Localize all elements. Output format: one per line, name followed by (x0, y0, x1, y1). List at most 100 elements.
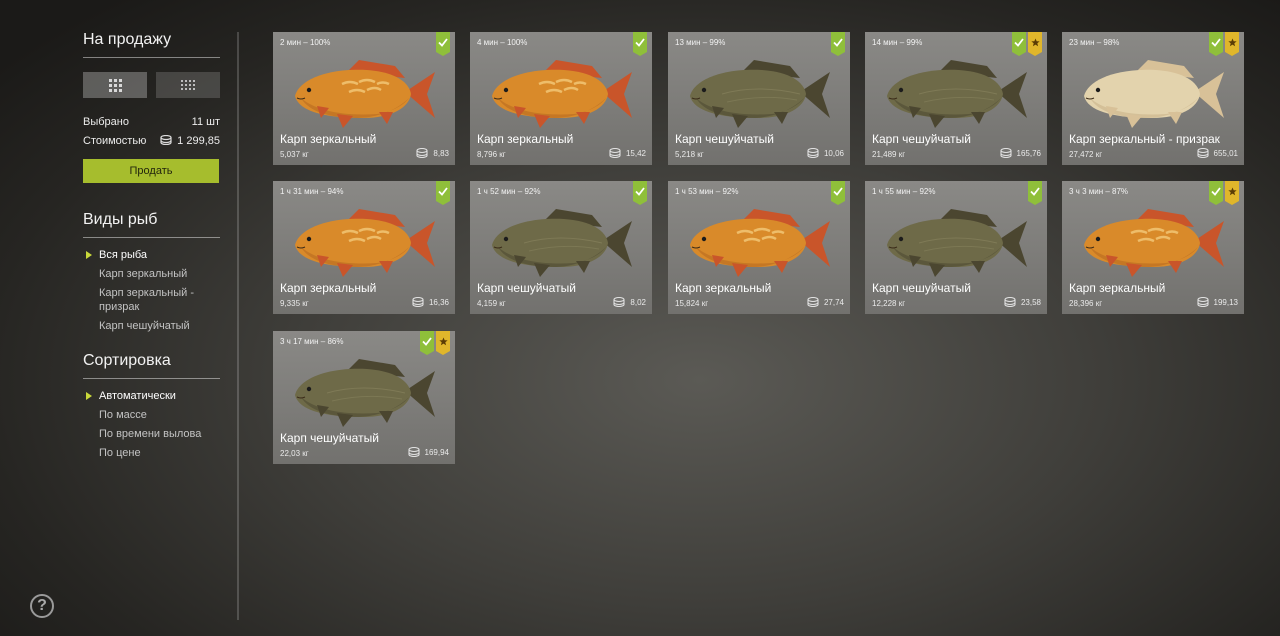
cost-row: Стоимостью 1 299,85 (83, 135, 220, 147)
fish-name: Карп чешуйчатый (872, 132, 971, 146)
catch-time-freshness: 1 ч 53 мин – 92% (675, 187, 739, 196)
fish-types-title: Виды рыб (83, 211, 158, 228)
fish-price-value: 16,36 (428, 297, 449, 307)
fish-price: 169,94 (407, 447, 449, 457)
help-icon[interactable]: ? (30, 594, 54, 618)
coins-icon (1196, 297, 1209, 307)
check-badge-icon[interactable] (436, 181, 450, 205)
fish-card[interactable]: 14 мин – 99% Карп чешуйчатый 21,489 кг 1… (865, 32, 1047, 165)
check-badge-icon[interactable] (633, 181, 647, 205)
card-badges (436, 32, 450, 56)
large-grid-icon (108, 78, 122, 92)
fish-card[interactable]: 1 ч 53 мин – 92% Карп зеркальный 15,824 … (668, 181, 850, 314)
cost-value: 1 299,85 (177, 135, 220, 147)
card-badges (831, 181, 845, 205)
selected-row: Выбрано 11 шт (83, 116, 220, 128)
fish-image (690, 209, 830, 277)
check-badge-icon[interactable] (1209, 181, 1223, 205)
fish-mass: 5,218 кг (675, 150, 704, 159)
fish-card[interactable]: 4 мин – 100% Карп зеркальный 8,796 кг 15… (470, 32, 652, 165)
catch-time-freshness: 1 ч 55 мин – 92% (872, 187, 936, 196)
fish-name: Карп чешуйчатый (477, 281, 576, 295)
fish-price: 8,83 (416, 148, 449, 158)
fish-card[interactable]: 3 ч 17 мин – 86% Карп чешуйчатый 22,03 к… (273, 331, 455, 464)
coins-icon (416, 148, 428, 158)
card-badges (1028, 181, 1042, 205)
catch-time-freshness: 2 мин – 100% (280, 38, 331, 47)
check-badge-icon[interactable] (1028, 181, 1042, 205)
catch-time-freshness: 13 мин – 99% (675, 38, 726, 47)
catch-time-freshness: 1 ч 31 мин – 94% (280, 187, 344, 196)
fish-image (690, 60, 830, 128)
fish-image (492, 209, 632, 277)
star-badge-icon (436, 331, 450, 355)
fish-card[interactable]: 23 мин – 98% Карп зеркальный - призрак 2… (1062, 32, 1244, 165)
large-grid-view-button[interactable] (83, 72, 147, 98)
fish-card[interactable]: 1 ч 52 мин – 92% Карп чешуйчатый 4,159 к… (470, 181, 652, 314)
fish-name: Карп зеркальный (675, 281, 772, 295)
sort-title: Сортировка (83, 352, 171, 369)
sort-option-item-0[interactable]: Автоматически (85, 389, 201, 403)
fish-name: Карп чешуйчатый (675, 132, 774, 146)
fish-price-value: 23,58 (1020, 297, 1041, 307)
fish-type-item-2[interactable]: Карп зеркальный - призрак (99, 286, 219, 314)
fish-type-item-1[interactable]: Карп зеркальный (99, 267, 219, 281)
fish-price: 15,42 (609, 148, 646, 158)
fish-image (887, 209, 1027, 277)
fish-price-value: 655,01 (1213, 148, 1238, 158)
cost-label: Стоимостью (83, 135, 147, 147)
card-badges (1209, 181, 1239, 205)
check-badge-icon[interactable] (831, 32, 845, 56)
fish-price-value: 8,83 (433, 148, 449, 158)
sort-option-item-2[interactable]: По времени вылова (99, 427, 201, 441)
card-badges (1209, 32, 1239, 56)
check-badge-icon[interactable] (633, 32, 647, 56)
sort-option-item-3[interactable]: По цене (99, 446, 201, 460)
coins-icon (807, 297, 819, 307)
fish-card[interactable]: 1 ч 55 мин – 92% Карп чешуйчатый 12,228 … (865, 181, 1047, 314)
check-badge-icon[interactable] (420, 331, 434, 355)
fish-name: Карп зеркальный (280, 281, 377, 295)
star-badge-icon (1225, 32, 1239, 56)
star-badge-icon (1028, 32, 1042, 56)
fish-type-item-3[interactable]: Карп чешуйчатый (99, 319, 219, 333)
fish-price: 165,76 (999, 148, 1041, 158)
fish-mass: 8,796 кг (477, 150, 506, 159)
fish-price-value: 15,42 (625, 148, 646, 158)
sort-list: Автоматически По массе По времени вылова По… (85, 389, 201, 465)
catch-time-freshness: 23 мин – 98% (1069, 38, 1120, 47)
fish-card[interactable]: 2 мин – 100% Карп зеркальный 5,037 кг 8,… (273, 32, 455, 165)
sort-option-item-1[interactable]: По массе (99, 408, 201, 422)
fish-mass: 12,228 кг (872, 299, 906, 308)
fish-price-value: 199,13 (1213, 297, 1238, 307)
fish-mass: 27,472 кг (1069, 150, 1103, 159)
card-badges (633, 181, 647, 205)
fish-name: Карп чешуйчатый (280, 431, 379, 445)
selected-label: Выбрано (83, 116, 129, 128)
coins-icon (407, 447, 420, 457)
for-sale-title: На продажу (83, 31, 172, 48)
sell-button[interactable]: Продать (83, 159, 219, 183)
fish-card[interactable]: 1 ч 31 мин – 94% Карп зеркальный 9,335 к… (273, 181, 455, 314)
for-sale-divider (83, 57, 220, 58)
check-badge-icon[interactable] (1012, 32, 1026, 56)
catch-time-freshness: 3 ч 3 мин – 87% (1069, 187, 1129, 196)
fish-price-value: 10,06 (823, 148, 844, 158)
fish-card[interactable]: 13 мин – 99% Карп чешуйчатый 5,218 кг 10… (668, 32, 850, 165)
check-badge-icon[interactable] (436, 32, 450, 56)
fish-image (295, 359, 435, 427)
card-badges (1012, 32, 1042, 56)
fish-name: Карп чешуйчатый (872, 281, 971, 295)
fish-price: 199,13 (1196, 297, 1238, 307)
small-grid-view-button[interactable] (156, 72, 220, 98)
check-badge-icon[interactable] (1209, 32, 1223, 56)
fish-card[interactable]: 3 ч 3 мин – 87% Карп зеркальный 28,396 к… (1062, 181, 1244, 314)
check-badge-icon[interactable] (831, 181, 845, 205)
fish-mass: 21,489 кг (872, 150, 906, 159)
fish-price-value: 8,02 (630, 297, 646, 307)
fish-price-value: 27,74 (823, 297, 844, 307)
card-badges (633, 32, 647, 56)
catch-time-freshness: 3 ч 17 мин – 86% (280, 337, 344, 346)
fish-type-item-0[interactable]: Вся рыба (86, 248, 219, 262)
fish-mass: 9,335 кг (280, 299, 309, 308)
